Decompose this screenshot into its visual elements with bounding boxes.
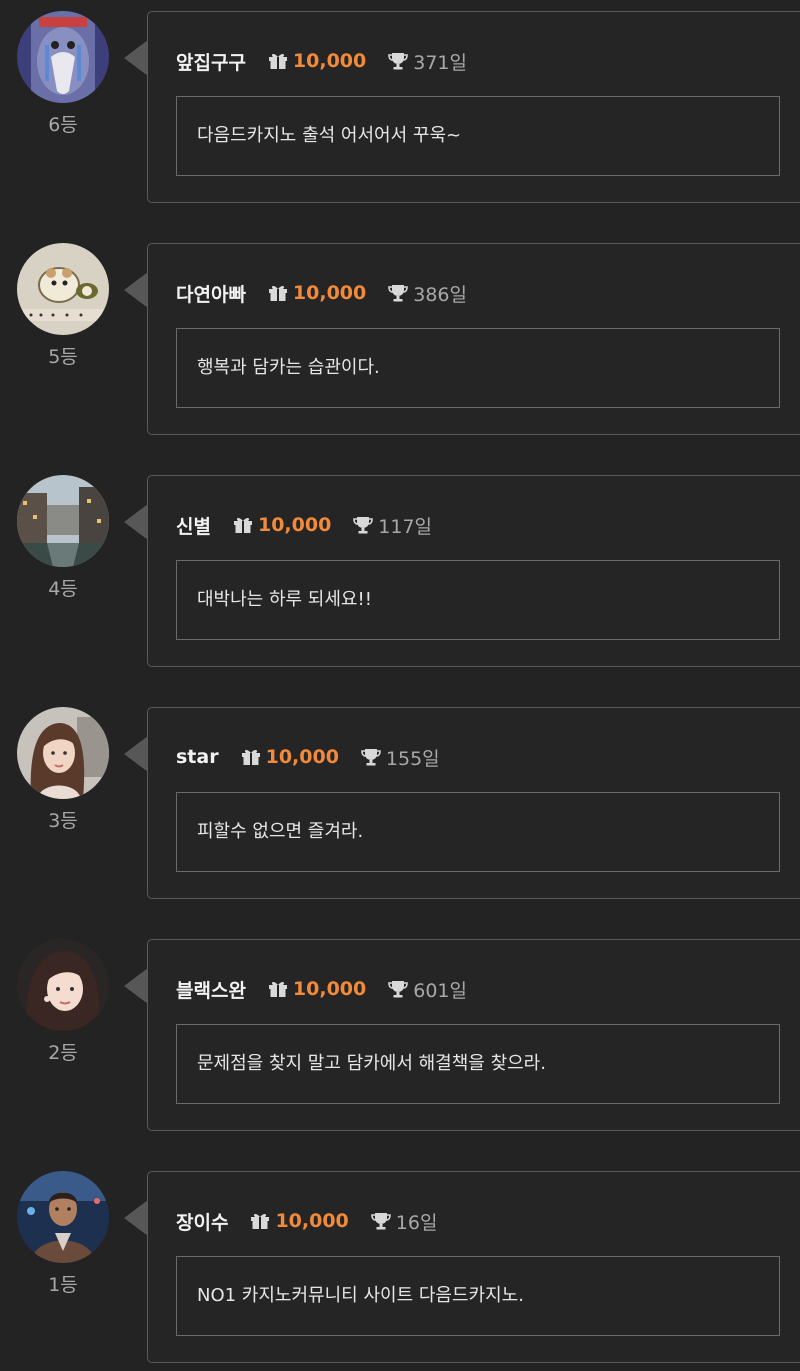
attendance-days: 601일 [413, 979, 467, 1002]
trophy-icon [370, 1213, 391, 1230]
rank-label: 3등 [48, 810, 78, 832]
attendance-days: 371일 [413, 51, 467, 74]
comment-card: star 10,000 155일 피할수 없으면 즐겨라. [147, 707, 800, 899]
comment-card: 다연아빠 10,000 386일 행복과 담카는 습관이다. [147, 243, 800, 435]
card-pointer [124, 968, 148, 1004]
avatar[interactable] [17, 475, 109, 567]
list-item: 1등 장이수 10,000 16일 NO1 카지노커뮤니티 사이트 다음드카지노… [0, 1160, 800, 1363]
list-item: 6등 앞집구구 10,000 371일 다음드카지노 출석 어서어서 꾸욱~ [0, 0, 800, 203]
comment-card: 장이수 10,000 16일 NO1 카지노커뮤니티 사이트 다음드카지노. [147, 1171, 800, 1363]
woman-portrait-avatar [17, 939, 109, 1031]
card-pointer [124, 1200, 148, 1236]
points-value: 10,000 [257, 514, 332, 536]
card-meta: 신별 10,000 117일 [176, 511, 432, 539]
gift-icon [268, 53, 287, 69]
card-meta: star 10,000 155일 [176, 743, 440, 771]
points-value: 10,000 [292, 282, 367, 304]
comment-message: 문제점을 찾지 말고 담카에서 해결책을 찾으라. [176, 1024, 780, 1104]
user-name[interactable]: 장이수 [176, 1208, 228, 1235]
points-value: 10,000 [275, 1210, 349, 1232]
avatar[interactable] [17, 11, 109, 103]
trophy-icon [361, 749, 381, 766]
avatar[interactable] [17, 707, 109, 799]
points-value: 10,000 [292, 50, 367, 72]
trophy-icon [388, 53, 409, 70]
avatar[interactable] [17, 939, 109, 1031]
trophy-icon [353, 517, 374, 534]
rank-label: 2등 [48, 1042, 78, 1064]
woman-portrait-avatar [17, 707, 109, 799]
man-portrait-avatar [17, 1171, 109, 1263]
avatar[interactable] [17, 1171, 109, 1263]
list-item: 3등 star 10,000 155일 피할수 없으면 즐겨라. [0, 696, 800, 899]
card-pointer [124, 504, 148, 540]
user-name[interactable]: 신별 [176, 512, 211, 539]
rank-label: 6등 [48, 114, 78, 136]
user-name[interactable]: 블랙스완 [176, 976, 246, 1003]
list-item: 4등 신별 10,000 117일 대박나는 하루 되세요!! [0, 464, 800, 667]
penguin-avatar [17, 11, 109, 103]
trophy-icon [388, 285, 409, 302]
card-meta: 앞집구구 10,000 371일 [176, 47, 467, 75]
canal-city-avatar [17, 475, 109, 567]
comment-message: NO1 카지노커뮤니티 사이트 다음드카지노. [176, 1256, 780, 1336]
attendance-days: 117일 [378, 515, 433, 538]
attendance-feed: 6등 앞집구구 10,000 371일 다음드카지노 출석 어서어서 꾸욱~ 5… [0, 0, 800, 1371]
user-name[interactable]: 앞집구구 [176, 48, 246, 75]
comment-card: 앞집구구 10,000 371일 다음드카지노 출석 어서어서 꾸욱~ [147, 11, 800, 203]
comment-message: 대박나는 하루 되세요!! [176, 560, 780, 640]
card-meta: 블랙스완 10,000 601일 [176, 975, 467, 1003]
rank-label: 5등 [48, 346, 78, 368]
user-name[interactable]: 다연아빠 [176, 280, 246, 307]
attendance-days: 155일 [385, 747, 440, 770]
list-item: 5등 다연아빠 10,000 386일 행복과 담카는 습관이다. [0, 232, 800, 435]
trophy-icon [388, 981, 409, 998]
comment-card: 블랙스완 10,000 601일 문제점을 찾지 말고 담카에서 해결책을 찾으… [147, 939, 800, 1131]
rank-label: 4등 [48, 578, 78, 600]
comment-message: 다음드카지노 출석 어서어서 꾸욱~ [176, 96, 780, 176]
comment-card: 신별 10,000 117일 대박나는 하루 되세요!! [147, 475, 800, 667]
rank-label: 1등 [48, 1274, 78, 1296]
gift-icon [268, 285, 287, 301]
card-pointer [124, 40, 148, 76]
avatar[interactable] [17, 243, 109, 335]
attendance-days: 386일 [413, 283, 467, 306]
card-meta: 장이수 10,000 16일 [176, 1207, 437, 1235]
card-pointer [124, 736, 148, 772]
list-item: 2등 블랙스완 10,000 601일 문제점을 찾지 말고 담카에서 해결책을… [0, 928, 800, 1131]
gift-icon [241, 749, 260, 765]
user-name[interactable]: star [176, 746, 219, 768]
card-pointer [124, 272, 148, 308]
gift-icon [251, 1213, 270, 1229]
gift-icon [233, 517, 252, 533]
comment-message: 행복과 담카는 습관이다. [176, 328, 780, 408]
points-value: 10,000 [292, 978, 367, 1000]
points-value: 10,000 [265, 746, 339, 768]
attendance-days: 16일 [395, 1211, 438, 1234]
hamster-avatar [17, 243, 109, 335]
card-meta: 다연아빠 10,000 386일 [176, 279, 467, 307]
comment-message: 피할수 없으면 즐겨라. [176, 792, 780, 872]
gift-icon [268, 981, 287, 997]
